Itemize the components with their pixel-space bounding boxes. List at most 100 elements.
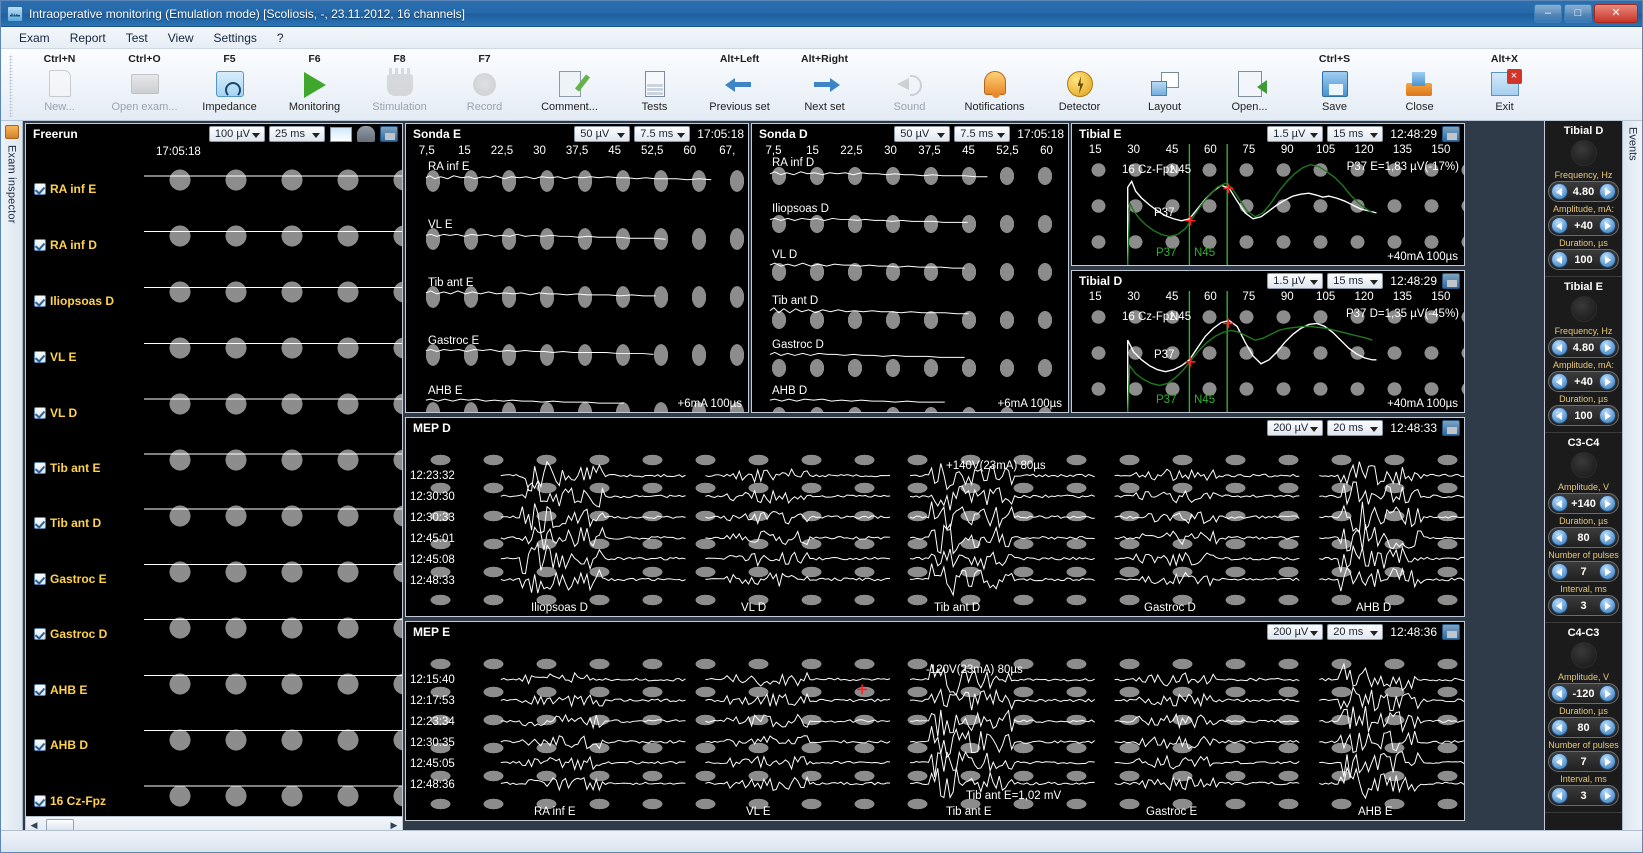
mep-d-gain-select[interactable]: 200 µV xyxy=(1267,420,1323,436)
spinner-decrement-icon[interactable] xyxy=(1551,373,1568,390)
toolbar-button-save[interactable]: Ctrl+SSave xyxy=(1292,51,1377,119)
maximize-button[interactable]: □ xyxy=(1564,4,1592,23)
freerun-sweep-select[interactable]: 25 ms xyxy=(269,126,325,142)
spinner-increment-icon[interactable] xyxy=(1599,753,1616,770)
toolbar-button-sound[interactable]: Sound xyxy=(867,51,952,119)
toolbar-button-notifications[interactable]: Notifications xyxy=(952,51,1037,119)
channel-checkbox[interactable] xyxy=(34,684,46,696)
channel-checkbox[interactable] xyxy=(34,739,46,751)
close-button[interactable]: ✕ xyxy=(1594,4,1638,23)
stim-spinner[interactable]: 3 xyxy=(1548,595,1619,616)
spinner-decrement-icon[interactable] xyxy=(1551,753,1568,770)
menu-item-settings[interactable]: Settings xyxy=(204,29,267,47)
mep-d-sweep-select[interactable]: 20 ms xyxy=(1327,420,1383,436)
channel-checkbox[interactable] xyxy=(34,183,46,195)
mep-d-save-icon[interactable] xyxy=(1442,420,1460,436)
spinner-decrement-icon[interactable] xyxy=(1551,407,1568,424)
channel-checkbox[interactable] xyxy=(34,517,46,529)
channel-row[interactable]: Iliopsoas D xyxy=(34,294,114,308)
channel-checkbox[interactable] xyxy=(34,351,46,363)
tibial-d-sweep-select[interactable]: 15 ms xyxy=(1327,273,1383,289)
stim-spinner[interactable]: -120 xyxy=(1548,683,1619,704)
spinner-decrement-icon[interactable] xyxy=(1551,685,1568,702)
spinner-increment-icon[interactable] xyxy=(1599,529,1616,546)
toolbar-button-monitoring[interactable]: F6Monitoring xyxy=(272,51,357,119)
stim-spinner[interactable]: 7 xyxy=(1548,751,1619,772)
channel-row[interactable]: AHB D xyxy=(34,738,88,752)
stim-spinner[interactable]: 4.80 xyxy=(1548,337,1619,358)
menu-item-exam[interactable]: Exam xyxy=(9,29,60,47)
toolbar-button-previous-set[interactable]: Alt+LeftPrevious set xyxy=(697,51,782,119)
channel-row[interactable]: Gastroc D xyxy=(34,627,107,641)
stim-spinner[interactable]: 4.80 xyxy=(1548,181,1619,202)
toolbar-button-record[interactable]: F7Record xyxy=(442,51,527,119)
tibial-d-gain-select[interactable]: 1.5 µV xyxy=(1267,273,1323,289)
scroll-left-icon[interactable]: ◀ xyxy=(26,820,42,831)
spinner-decrement-icon[interactable] xyxy=(1551,719,1568,736)
channel-checkbox[interactable] xyxy=(34,239,46,251)
channel-row[interactable]: 16 Cz-Fpz xyxy=(34,794,106,808)
toolbar-button-layout[interactable]: Layout xyxy=(1122,51,1207,119)
tibial-e-save-icon[interactable] xyxy=(1442,126,1460,142)
sonda-d-sweep-select[interactable]: 7.5 ms xyxy=(954,126,1010,142)
stim-spinner[interactable]: 80 xyxy=(1548,717,1619,738)
channel-row[interactable]: Gastroc E xyxy=(34,572,107,586)
channel-checkbox[interactable] xyxy=(34,462,46,474)
spinner-decrement-icon[interactable] xyxy=(1551,217,1568,234)
channel-checkbox[interactable] xyxy=(34,573,46,585)
spinner-decrement-icon[interactable] xyxy=(1551,563,1568,580)
spinner-increment-icon[interactable] xyxy=(1599,183,1616,200)
mep-e-sweep-select[interactable]: 20 ms xyxy=(1327,624,1383,640)
tibial-e-sweep-select[interactable]: 15 ms xyxy=(1327,126,1383,142)
sonda-d-gain-select[interactable]: 50 µV xyxy=(894,126,950,142)
channel-row[interactable]: VL E xyxy=(34,350,76,364)
spinner-decrement-icon[interactable] xyxy=(1551,597,1568,614)
tibial-d-save-icon[interactable] xyxy=(1442,273,1460,289)
spinner-decrement-icon[interactable] xyxy=(1551,251,1568,268)
spinner-decrement-icon[interactable] xyxy=(1551,787,1568,804)
spinner-increment-icon[interactable] xyxy=(1599,217,1616,234)
toolbar-button-open-exam[interactable]: Ctrl+OOpen exam... xyxy=(102,51,187,119)
spinner-decrement-icon[interactable] xyxy=(1551,529,1568,546)
toolbar-button-stimulation[interactable]: F8Stimulation xyxy=(357,51,442,119)
channel-row[interactable]: Tib ant E xyxy=(34,461,100,475)
toolbar-button-exit[interactable]: Alt+XExit xyxy=(1462,51,1547,119)
stim-spinner[interactable]: 80 xyxy=(1548,527,1619,548)
spinner-decrement-icon[interactable] xyxy=(1551,339,1568,356)
mep-e-save-icon[interactable] xyxy=(1442,624,1460,640)
channel-checkbox[interactable] xyxy=(34,795,46,807)
spinner-decrement-icon[interactable] xyxy=(1551,495,1568,512)
spinner-decrement-icon[interactable] xyxy=(1551,183,1568,200)
spinner-increment-icon[interactable] xyxy=(1599,495,1616,512)
spinner-increment-icon[interactable] xyxy=(1599,597,1616,614)
channel-row[interactable]: AHB E xyxy=(34,683,87,697)
menu-item-view[interactable]: View xyxy=(158,29,204,47)
channel-row[interactable]: RA inf E xyxy=(34,182,96,196)
sonda-e-sweep-select[interactable]: 7.5 ms xyxy=(634,126,690,142)
freerun-gain-select[interactable]: 100 µV xyxy=(209,126,265,142)
toolbar-button-comment[interactable]: Comment... xyxy=(527,51,612,119)
spinner-increment-icon[interactable] xyxy=(1599,251,1616,268)
channel-checkbox[interactable] xyxy=(34,295,46,307)
spinner-increment-icon[interactable] xyxy=(1599,719,1616,736)
stim-spinner[interactable]: 3 xyxy=(1548,785,1619,806)
tibial-e-gain-select[interactable]: 1.5 µV xyxy=(1267,126,1323,142)
channel-row[interactable]: Tib ant D xyxy=(34,516,101,530)
spinner-increment-icon[interactable] xyxy=(1599,339,1616,356)
stim-spinner[interactable]: +40 xyxy=(1548,215,1619,236)
menu-item-report[interactable]: Report xyxy=(60,29,116,47)
spinner-increment-icon[interactable] xyxy=(1599,563,1616,580)
events-tab[interactable]: Events xyxy=(1622,121,1642,852)
stim-spinner[interactable]: +40 xyxy=(1548,371,1619,392)
toolbar-button-impedance[interactable]: F5Impedance xyxy=(187,51,272,119)
toolbar-button-new[interactable]: Ctrl+NNew... xyxy=(17,51,102,119)
spinner-increment-icon[interactable] xyxy=(1599,407,1616,424)
toolbar-button-open[interactable]: Open... xyxy=(1207,51,1292,119)
toolbar-button-detector[interactable]: Detector xyxy=(1037,51,1122,119)
menu-item-test[interactable]: Test xyxy=(116,29,158,47)
minimize-button[interactable]: – xyxy=(1534,4,1562,23)
spinner-increment-icon[interactable] xyxy=(1599,685,1616,702)
spinner-increment-icon[interactable] xyxy=(1599,373,1616,390)
channel-checkbox[interactable] xyxy=(34,628,46,640)
spinner-increment-icon[interactable] xyxy=(1599,787,1616,804)
